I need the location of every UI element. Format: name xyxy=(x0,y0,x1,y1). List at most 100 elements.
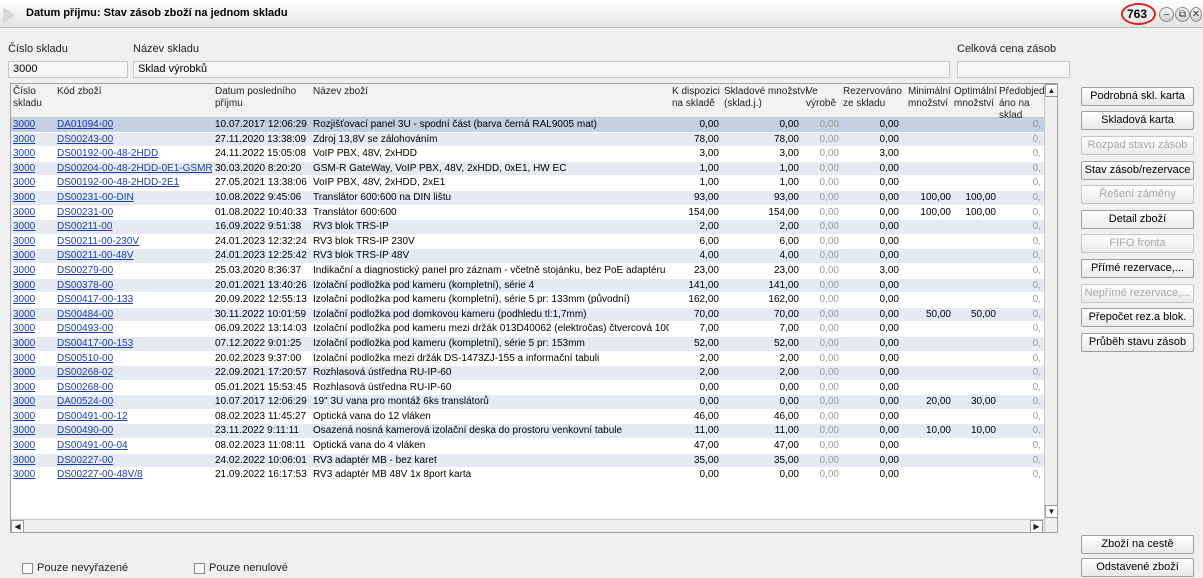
col-header-mnozstvi[interactable]: Skladové množství (sklad.j.) xyxy=(724,86,808,110)
cell-kod[interactable]: DS00417-00-133 xyxy=(57,293,212,307)
cell-kod[interactable]: DS00378-00 xyxy=(57,279,212,293)
direct-reservations-button[interactable]: Přímé rezervace,... xyxy=(1081,259,1194,278)
cell-sklad[interactable]: 3000 xyxy=(13,118,53,132)
cell-sklad[interactable]: 3000 xyxy=(13,293,53,307)
substitution-button[interactable]: Řešení záměny xyxy=(1081,185,1194,204)
cell-sklad[interactable]: 3000 xyxy=(13,366,53,380)
table-row[interactable]: 3000 DS00211-00-230V 24.01.2023 12:32:24 RV… xyxy=(11,234,1044,250)
cell-sklad[interactable]: 3000 xyxy=(13,206,53,220)
cell-sklad[interactable]: 3000 xyxy=(13,468,53,482)
cell-kod[interactable]: DS00231-00-DIN xyxy=(57,191,212,205)
col-header-dispozici[interactable]: K dispozici na skladě xyxy=(672,86,720,110)
stock-card-button[interactable]: Skladová karta xyxy=(1081,111,1194,130)
cell-sklad[interactable]: 3000 xyxy=(13,162,53,176)
cell-kod[interactable]: DS00227-00-48V/8 xyxy=(57,468,212,482)
only-active-checkbox[interactable] xyxy=(22,563,33,574)
cell-kod[interactable]: DS00417-00-153 xyxy=(57,337,212,351)
table-row[interactable]: 3000 DS00378-00 20.01.2021 13:40:26 Izolačn… xyxy=(11,278,1044,294)
table-row[interactable]: 3000 DS00192-00-48-2HDD-2E1 27.05.2021 13:… xyxy=(11,176,1044,191)
cell-kod[interactable]: DS00491-00-04 xyxy=(57,439,212,453)
detailed-stock-card-button[interactable]: Podrobná skl. karta xyxy=(1081,87,1194,106)
table-row[interactable]: 3000 DS00204-00-48-2HDD-0E1-GSMR 30.03.202… xyxy=(11,161,1044,177)
item-detail-button[interactable]: Detail zboží xyxy=(1081,210,1194,229)
cell-sklad[interactable]: 3000 xyxy=(13,308,53,322)
cell-sklad[interactable]: 3000 xyxy=(13,381,53,395)
cell-kod[interactable]: DS00192-00-48-2HDD-2E1 xyxy=(57,176,212,190)
cell-sklad[interactable]: 3000 xyxy=(13,133,53,147)
fifo-queue-button[interactable]: FIFO fronta xyxy=(1081,234,1194,253)
table-row[interactable]: 3000 DS00268-02 22.09.2021 17:20:57 Rozhlas… xyxy=(11,366,1044,381)
table-row[interactable]: 3000 DS00510-00 20.02.2023 9:37:00 Izolační… xyxy=(11,351,1044,367)
table-row[interactable]: 3000 DA00524-00 10.07.2017 12:06:29 19" 3U … xyxy=(11,395,1044,410)
indirect-reservations-button[interactable]: Nepřímé rezervace,... xyxy=(1081,284,1194,303)
cell-kod[interactable]: DS00211-00-48V xyxy=(57,249,212,263)
table-row[interactable]: 3000 DS00192-00-48-2HDD 24.11.2022 15:05:0… xyxy=(11,147,1044,162)
cell-kod[interactable]: DS00211-00 xyxy=(57,220,212,234)
table-row[interactable]: 3000 DS00211-00-48V 24.01.2023 12:25:42 RV3… xyxy=(11,249,1044,264)
table-row[interactable]: 3000 DS00243-00 27.11.2020 13:38:09 Zdroj 1… xyxy=(11,132,1044,148)
warehouse-name-field[interactable]: Sklad výrobků xyxy=(133,61,950,78)
cell-sklad[interactable]: 3000 xyxy=(13,439,53,453)
cell-sklad[interactable]: 3000 xyxy=(13,424,53,438)
cell-sklad[interactable]: 3000 xyxy=(13,147,53,161)
table-row[interactable]: 3000 DA01094-00 10.07.2017 12:06:29 Rozjišť… xyxy=(11,118,1044,133)
cell-sklad[interactable]: 3000 xyxy=(13,337,53,351)
cell-kod[interactable]: DS00227-00 xyxy=(57,454,212,468)
col-header-nazev[interactable]: Název zboží xyxy=(313,86,368,98)
table-row[interactable]: 3000 DS00227-00 24.02.2022 10:06:01 RV3 ada… xyxy=(11,453,1044,469)
col-header-predobjednano[interactable]: Předobjedn áno na sklad xyxy=(999,86,1050,122)
scroll-up-icon[interactable]: ▲ xyxy=(1045,84,1057,97)
cell-kod[interactable]: DS00490-00 xyxy=(57,424,212,438)
table-row[interactable]: 3000 DS00268-00 05.01.2021 15:53:45 Rozhlas… xyxy=(11,380,1044,396)
only-nonzero-checkbox[interactable] xyxy=(194,563,205,574)
scroll-right-icon[interactable]: ▶ xyxy=(1030,520,1043,532)
table-row[interactable]: 3000 DS00231-00 01.08.2022 10:40:33 Translá… xyxy=(11,205,1044,221)
cell-kod[interactable]: DS00204-00-48-2HDD-0E1-GSMR xyxy=(57,162,212,176)
scroll-left-icon[interactable]: ◀ xyxy=(11,520,24,532)
goods-in-transit-button[interactable]: Zboží na cestě xyxy=(1081,535,1194,554)
scroll-down-icon[interactable]: ▼ xyxy=(1045,505,1057,518)
cell-kod[interactable]: DS00211-00-230V xyxy=(57,235,212,249)
cell-kod[interactable]: DS00279-00 xyxy=(57,264,212,278)
table-row[interactable]: 3000 DS00484-00 30.11.2022 10:01:59 Izolačn… xyxy=(11,307,1044,323)
table-row[interactable]: 3000 DS00279-00 25.03.2020 8:36:37 Indikačn… xyxy=(11,263,1044,279)
col-header-minimalni[interactable]: Minimální množství xyxy=(908,86,951,110)
cell-sklad[interactable]: 3000 xyxy=(13,249,53,263)
close-icon[interactable]: ✕ xyxy=(1190,7,1202,22)
table-row[interactable]: 3000 DS00493-00 06.09.2022 13:14:03 Izolačn… xyxy=(11,322,1044,337)
cell-kod[interactable]: DS00231-00 xyxy=(57,206,212,220)
stock-history-button[interactable]: Průběh stavu zásob xyxy=(1081,333,1194,352)
cell-sklad[interactable]: 3000 xyxy=(13,322,53,336)
cell-kod[interactable]: DS00510-00 xyxy=(57,352,212,366)
table-row[interactable]: 3000 DS00417-00-133 20.09.2022 12:55:13 Izo… xyxy=(11,293,1044,308)
stock-grid[interactable]: Číslo skladu Kód zboží Datum posledního př… xyxy=(10,83,1058,533)
col-header-vyrobe[interactable]: Ve výrobě xyxy=(806,86,836,110)
recalculate-reservations-button[interactable]: Přepočet rez.a blok. xyxy=(1081,308,1194,327)
cell-sklad[interactable]: 3000 xyxy=(13,235,53,249)
cell-sklad[interactable]: 3000 xyxy=(13,395,53,409)
cell-sklad[interactable]: 3000 xyxy=(13,352,53,366)
restore-icon[interactable]: ⧉ xyxy=(1175,7,1190,22)
cell-kod[interactable]: DS00268-00 xyxy=(57,381,212,395)
cell-sklad[interactable]: 3000 xyxy=(13,410,53,424)
cell-sklad[interactable]: 3000 xyxy=(13,454,53,468)
cell-kod[interactable]: DS00491-00-12 xyxy=(57,410,212,424)
col-header-datum[interactable]: Datum posledního příjmu xyxy=(215,86,296,110)
minimize-icon[interactable]: – xyxy=(1159,7,1174,22)
cell-kod[interactable]: DS00192-00-48-2HDD xyxy=(57,147,212,161)
col-header-rezervovano[interactable]: Rezervováno ze skladu xyxy=(843,86,902,110)
horizontal-scrollbar[interactable]: ◀ ▶ xyxy=(11,519,1044,532)
cell-kod[interactable]: DS00493-00 xyxy=(57,322,212,336)
table-row[interactable]: 3000 DS00227-00-48V/8 21.09.2022 16:17:53 R… xyxy=(11,468,1044,483)
cell-sklad[interactable]: 3000 xyxy=(13,191,53,205)
table-row[interactable]: 3000 DS00490-00 23.11.2022 9:11:11 Osazená … xyxy=(11,424,1044,440)
col-header-optimalni[interactable]: Optimální množství xyxy=(954,86,997,110)
cell-sklad[interactable]: 3000 xyxy=(13,279,53,293)
discontinued-goods-button[interactable]: Odstavené zboží xyxy=(1081,558,1194,577)
cell-kod[interactable]: DS00243-00 xyxy=(57,133,212,147)
cell-sklad[interactable]: 3000 xyxy=(13,264,53,278)
cell-kod[interactable]: DA00524-00 xyxy=(57,395,212,409)
cell-kod[interactable]: DA01094-00 xyxy=(57,118,212,132)
cell-sklad[interactable]: 3000 xyxy=(13,220,53,234)
table-row[interactable]: 3000 DS00211-00 16.09.2022 9:51:38 RV3 blok… xyxy=(11,220,1044,235)
